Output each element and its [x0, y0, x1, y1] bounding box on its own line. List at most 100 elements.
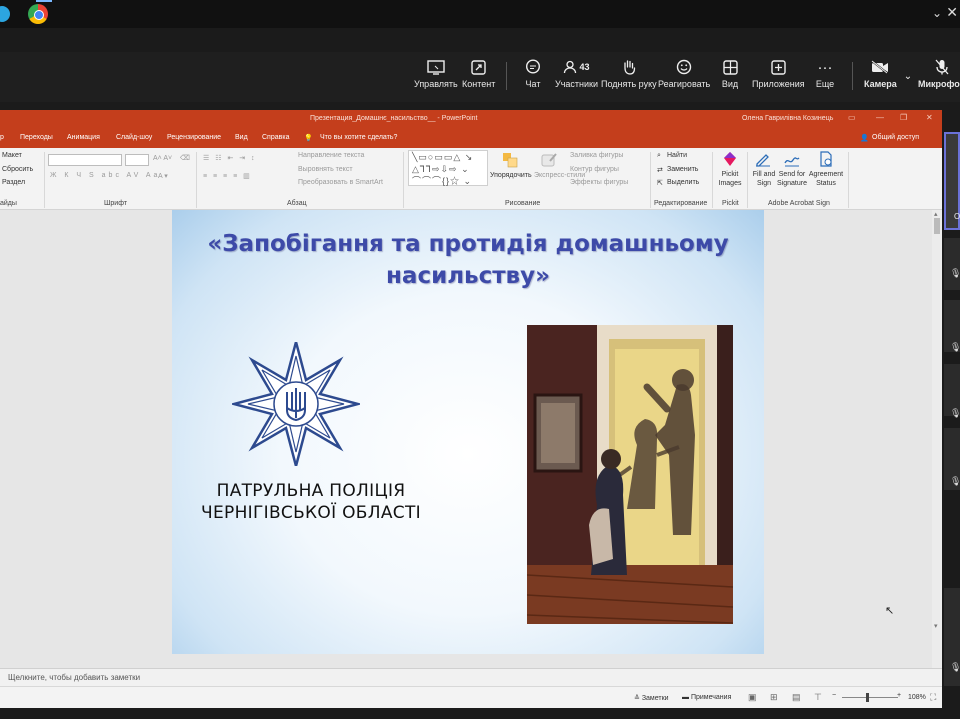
more-icon: ···	[817, 58, 833, 76]
scroll-down-icon[interactable]: ▾	[934, 622, 938, 630]
zoom-level[interactable]: 108%	[908, 694, 926, 701]
align-text-button[interactable]: Выровнять текст	[298, 166, 353, 173]
notes-pane[interactable]: Щелкните, чтобы добавить заметки	[0, 668, 942, 686]
tab-slideshow[interactable]: Слайд-шоу	[116, 134, 152, 141]
vertical-scrollbar[interactable]: ▴ ▾	[932, 210, 942, 668]
convert-smartart-button[interactable]: Преобразовать в SmartArt	[298, 179, 383, 186]
slideshow-icon[interactable]: ⊤	[814, 692, 822, 703]
close-icon[interactable]: ✕	[946, 4, 958, 21]
tab-transitions[interactable]: Переходы	[20, 134, 53, 141]
comments-button[interactable]: ▬ Примечания	[682, 694, 731, 701]
participant-tile[interactable]: 🎙	[944, 238, 960, 290]
list-icons[interactable]: ☰ ☷ ⇤ ⇥ ↕	[203, 154, 257, 162]
fill-and-sign-button[interactable]: Fill and Sign	[750, 170, 778, 188]
camera-off-icon	[870, 58, 890, 76]
tell-me-search[interactable]: Что вы хотите сделать?	[320, 134, 397, 141]
select-button[interactable]: Выделить	[667, 179, 699, 186]
telegram-icon[interactable]	[0, 6, 10, 22]
microphone-button[interactable]: Микрофон	[918, 58, 960, 89]
fit-slide-icon[interactable]: ⛶	[930, 692, 936, 703]
slide-canvas[interactable]: «Запобігання та протидія домашньому наси…	[172, 210, 764, 654]
section-button[interactable]: Раздел	[2, 179, 25, 186]
pickit-images-button[interactable]: Pickit Images	[718, 170, 742, 188]
user-name[interactable]: Олена Гаврилівна Козинець	[742, 115, 833, 122]
chrome-icon[interactable]	[28, 4, 48, 24]
agreement-status-button[interactable]: Agreement Status	[808, 170, 844, 188]
status-bar: ≙ Заметки ▬ Примечания ▣ ⊞ ▤ ⊤ − + 108% …	[0, 686, 942, 708]
slide-sorter-icon[interactable]: ⊞	[770, 692, 778, 703]
font-size-controls-icon[interactable]: A˄ A˅	[153, 155, 172, 162]
content-button[interactable]: Контент	[462, 58, 495, 89]
raise-hand-icon	[619, 58, 639, 76]
arrange-button[interactable]: Упорядочить	[490, 172, 532, 179]
content-icon	[469, 58, 489, 76]
tab-truncated[interactable]: р	[0, 134, 4, 141]
font-name-input[interactable]	[48, 154, 122, 166]
scroll-up-icon[interactable]: ▴	[934, 210, 938, 218]
ribbon-divider	[196, 152, 197, 208]
quick-styles-button[interactable]: Экспресс-стили	[534, 172, 585, 179]
raise-hand-button[interactable]: Поднять руку	[601, 58, 657, 89]
tab-animations[interactable]: Анимация	[67, 134, 100, 141]
share-link[interactable]: Общий доступ	[872, 134, 919, 141]
shape-outline-button[interactable]: Контур фигуры	[570, 166, 619, 173]
close-window-icon[interactable]: ✕	[926, 113, 933, 122]
share-button[interactable]: Управлять	[414, 58, 458, 89]
font-color-icon[interactable]: A ▾	[158, 172, 168, 180]
chat-button[interactable]: Чат	[523, 58, 543, 89]
zoom-slider[interactable]	[842, 697, 898, 698]
scroll-thumb[interactable]	[934, 218, 940, 234]
windows-taskbar: ⌄ ✕	[0, 0, 960, 28]
camera-options-button[interactable]: ⌄	[898, 67, 918, 85]
apps-label: Приложения	[752, 79, 805, 89]
reset-button[interactable]: Сбросить	[2, 166, 33, 173]
shape-fill-button[interactable]: Заливка фигуры	[570, 152, 623, 159]
minimize-icon[interactable]: —	[876, 113, 884, 122]
find-button[interactable]: Найти	[667, 152, 687, 159]
layout-button[interactable]: Макет	[2, 152, 22, 159]
participant-tile-active[interactable]: О	[944, 132, 960, 230]
camera-button[interactable]: Камера	[864, 58, 897, 89]
text-direction-button[interactable]: Направление текста	[298, 152, 364, 159]
notes-toggle-button[interactable]: ≙ Заметки	[634, 694, 669, 702]
react-button[interactable]: Реагировать	[658, 58, 710, 89]
participant-tile[interactable]: 🎙	[944, 588, 960, 686]
maximize-icon[interactable]: ❐	[900, 113, 907, 122]
chevron-down-icon[interactable]: ⌄	[932, 6, 942, 20]
font-format-icons[interactable]: Ж К Ч S abc AV Aa	[50, 172, 160, 179]
toolbar-divider	[852, 62, 853, 90]
zoom-out-button[interactable]: −	[832, 692, 836, 699]
send-for-signature-button[interactable]: Send for Signature	[776, 170, 808, 188]
more-button[interactable]: ··· Еще	[815, 58, 835, 90]
powerpoint-title-bar: Презентация_Домашнє_насильство__ - Power…	[0, 110, 942, 128]
normal-view-icon[interactable]: ▣	[748, 692, 757, 703]
participant-tile[interactable]: 🎙	[944, 300, 960, 352]
slide-title[interactable]: «Запобігання та протидія домашньому наси…	[192, 228, 744, 292]
tab-help[interactable]: Справка	[262, 134, 289, 141]
apps-button[interactable]: Приложения	[752, 58, 805, 89]
participant-tile[interactable]: 🎙	[944, 428, 960, 490]
font-size-input[interactable]	[125, 154, 149, 166]
shapes-gallery[interactable]: ╲▭○▭▭△ ↘ △⅂⅂⇨⇩⇨ ⌄ ⌒⌒⌒{}☆ ⌄	[408, 150, 488, 186]
alignment-icons[interactable]: ≡ ≡ ≡ ≡ ▥	[203, 172, 252, 180]
agreement-status-icon	[818, 151, 834, 167]
replace-button[interactable]: Заменить	[667, 166, 698, 173]
notes-placeholder[interactable]: Щелкните, чтобы добавить заметки	[8, 673, 140, 682]
view-button[interactable]: Вид	[720, 58, 740, 89]
shape-effects-button[interactable]: Эффекты фигуры	[570, 179, 628, 186]
tab-review[interactable]: Рецензирование	[167, 134, 221, 141]
apps-icon	[768, 58, 788, 76]
zoom-slider-thumb[interactable]	[866, 693, 869, 702]
zoom-in-button[interactable]: +	[897, 692, 901, 699]
domestic-violence-illustration	[527, 325, 733, 624]
clear-format-icon[interactable]: ⌫	[180, 154, 190, 162]
participants-button[interactable]: 43 Участники	[555, 58, 598, 89]
organization-line-2: ЧЕРНІГІВСЬКОЇ ОБЛАСТІ	[201, 503, 421, 523]
mic-off-icon: 🎙	[950, 342, 960, 352]
tab-view[interactable]: Вид	[235, 134, 248, 141]
participant-tile[interactable]: 🎙	[944, 364, 960, 418]
ribbon-display-icon[interactable]: ▭	[848, 113, 856, 122]
reading-view-icon[interactable]: ▤	[792, 692, 801, 703]
replace-icon: ⇄	[657, 167, 663, 174]
document-title: Презентация_Домашнє_насильство__ - Power…	[310, 115, 478, 122]
